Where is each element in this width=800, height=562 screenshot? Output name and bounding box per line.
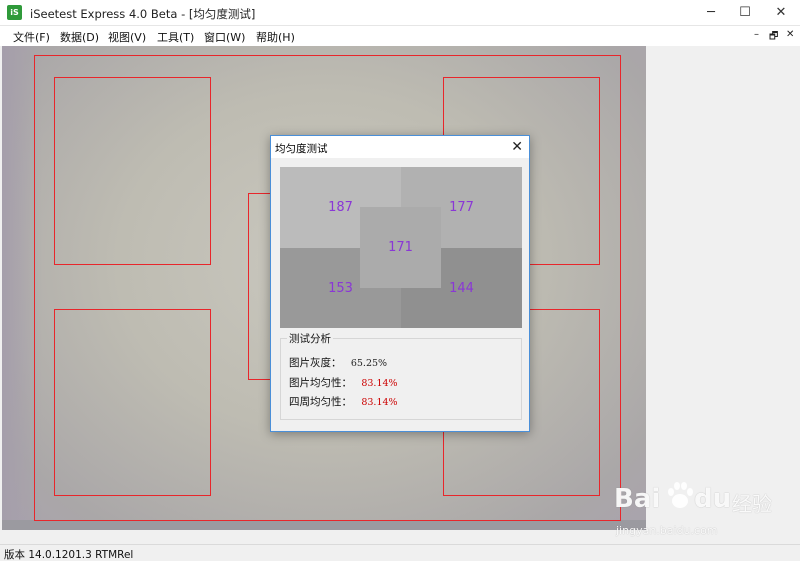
menu-bar: 文件(F) 数据(D) 视图(V) 工具(T) 窗口(W) 帮助(H) – 🗗 … (0, 26, 800, 46)
uniformity-dialog: 均匀度测试 ✕ 187 177 153 144 171 测试分析 图片灰度： 6… (270, 135, 530, 432)
dialog-title-bar: 均匀度测试 ✕ (271, 136, 529, 158)
watermark-brand: Bai (614, 484, 661, 514)
status-text: 版本 14.0.1201.3 RTMRel (4, 549, 134, 561)
roi-top-left-box (54, 77, 211, 265)
menu-file[interactable]: 文件(F) (13, 29, 50, 45)
analysis-group-title: 测试分析 (287, 331, 333, 346)
app-icon: iS (7, 5, 22, 20)
quadrant-center: 171 (360, 207, 441, 288)
status-bar: 版本 14.0.1201.3 RTMRel (0, 544, 800, 561)
gray-level-label: 图片灰度： (289, 357, 342, 369)
close-button[interactable]: ✕ (764, 0, 798, 26)
minimize-button[interactable]: ─ (694, 0, 728, 26)
window-title: iSeetest Express 4.0 Beta - [均匀度测试] (30, 7, 256, 21)
baidu-watermark: Bai du 经验 jingyan.baidu.com (612, 476, 792, 546)
maximize-button[interactable]: ☐ (728, 0, 762, 26)
gray-level-value: 65.25% (350, 358, 388, 369)
mdi-minimize-button[interactable]: – (754, 29, 759, 40)
title-bar: iS iSeetest Express 4.0 Beta - [均匀度测试] ─… (0, 0, 800, 26)
menu-data[interactable]: 数据(D) (60, 29, 99, 45)
edge-uniformity-label: 四周均匀性： (289, 396, 352, 408)
edge-uniformity-row: 四周均匀性： 83.14% (289, 394, 398, 409)
uniformity-map: 187 177 153 144 171 (280, 167, 522, 328)
watermark-url: jingyan.baidu.com (616, 524, 718, 537)
image-uniformity-row: 图片均匀性： 83.14% (289, 375, 398, 390)
image-uniformity-label: 图片均匀性： (289, 377, 352, 389)
menu-view[interactable]: 视图(V) (108, 29, 146, 45)
menu-window[interactable]: 窗口(W) (204, 29, 245, 45)
paw-icon (668, 482, 693, 508)
mdi-close-button[interactable]: ✕ (786, 29, 794, 40)
watermark-brand-suffix: du (694, 484, 732, 514)
menu-help[interactable]: 帮助(H) (256, 29, 295, 45)
menu-tools[interactable]: 工具(T) (157, 29, 194, 45)
dialog-close-button[interactable]: ✕ (511, 138, 523, 156)
watermark-cn: 经验 (732, 492, 772, 516)
edge-uniformity-value: 83.14% (361, 397, 398, 408)
gray-level-row: 图片灰度： 65.25% (289, 355, 387, 370)
dialog-title: 均匀度测试 (275, 143, 328, 155)
image-uniformity-value: 83.14% (361, 378, 398, 389)
roi-bottom-left-box (54, 309, 211, 496)
image-bottom-edge (2, 520, 646, 530)
mdi-restore-button[interactable]: 🗗 (769, 29, 778, 46)
analysis-group: 测试分析 图片灰度： 65.25% 图片均匀性： 83.14% 四周均匀性： 8… (280, 331, 522, 420)
